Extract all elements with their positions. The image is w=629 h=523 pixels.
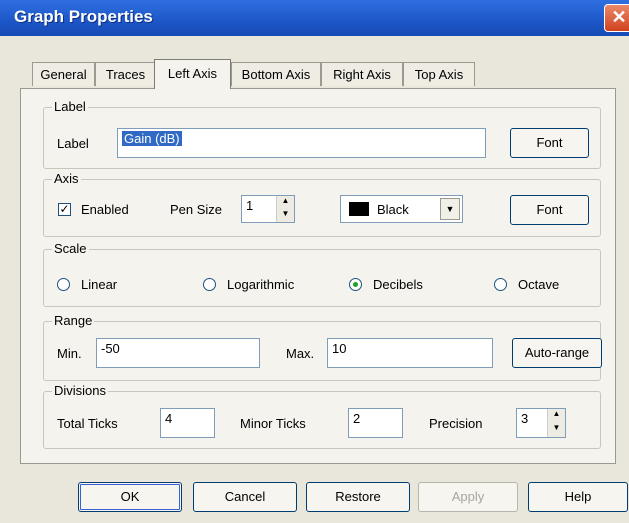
precision-value: 3 [521,411,529,426]
precision-spinner[interactable]: ▲ ▼ [547,409,565,437]
apply-button: Apply [418,482,518,512]
ok-button[interactable]: OK [78,482,182,512]
precision-label: Precision [429,416,483,431]
tab-bottom-axis[interactable]: Bottom Axis [231,62,321,86]
cancel-button[interactable]: Cancel [193,482,297,512]
range-max-input[interactable]: 10 [327,338,493,368]
scale-decibels-label[interactable]: Decibels [373,277,423,292]
tab-top-axis[interactable]: Top Axis [403,62,475,86]
minor-ticks-label: Minor Ticks [240,416,306,431]
label-group: Label Label Gain (dB) Font [43,99,601,169]
color-value: Black [377,202,409,217]
spin-down-icon[interactable]: ▼ [277,209,294,222]
spin-up-icon[interactable]: ▲ [548,409,565,423]
scale-logarithmic-radio[interactable] [203,278,216,291]
color-select[interactable]: Black ▼ [340,195,463,223]
spin-down-icon[interactable]: ▼ [548,423,565,437]
label-font-button[interactable]: Font [510,128,589,158]
tab-left-axis[interactable]: Left Axis [154,59,231,89]
restore-button[interactable]: Restore [306,482,410,512]
label-input-value: Gain (dB) [122,131,182,146]
spin-up-icon[interactable]: ▲ [277,196,294,209]
divisions-group: Divisions Total Ticks 4 Minor Ticks 2 Pr… [43,383,601,449]
enabled-checkbox[interactable]: ✓ [58,203,71,216]
scale-logarithmic-label[interactable]: Logarithmic [227,277,294,292]
axis-font-button[interactable]: Font [510,195,589,225]
divisions-group-title: Divisions [52,383,109,398]
scale-group-title: Scale [52,241,89,256]
axis-group-title: Axis [52,171,81,186]
minor-ticks-input[interactable]: 2 [348,408,403,438]
precision-input[interactable]: 3 ▲ ▼ [516,408,566,438]
pen-size-value: 1 [246,198,254,213]
total-ticks-label: Total Ticks [57,416,118,431]
graph-properties-dialog: Graph Properties ✕ General Traces Left A… [0,0,629,523]
range-group: Range Min. -50 Max. 10 Auto-range [43,313,602,381]
label-input[interactable]: Gain (dB) [117,128,486,158]
label-group-title: Label [52,99,88,114]
range-group-title: Range [52,313,95,328]
left-axis-panel: Label Label Gain (dB) Font Axis ✓ Enable… [20,88,616,464]
scale-group: Scale Linear Logarithmic Decibels Octave [43,241,601,307]
range-max-label: Max. [286,346,315,361]
range-min-label: Min. [57,346,82,361]
dropdown-arrow-icon[interactable]: ▼ [440,198,460,220]
scale-octave-label[interactable]: Octave [518,277,559,292]
range-min-input[interactable]: -50 [96,338,260,368]
pen-size-spinner[interactable]: ▲ ▼ [276,196,294,222]
axis-group: Axis ✓ Enabled Pen Size 1 ▲ ▼ Black ▼ Fo… [43,171,601,237]
tab-right-axis[interactable]: Right Axis [321,62,403,86]
close-icon[interactable]: ✕ [604,4,629,32]
dialog-title: Graph Properties [14,7,153,26]
enabled-label: Enabled [81,202,129,217]
scale-linear-label[interactable]: Linear [81,277,117,292]
scale-linear-radio[interactable] [57,278,70,291]
pen-size-label: Pen Size [170,202,223,217]
scale-decibels-radio[interactable] [349,278,362,291]
total-ticks-input[interactable]: 4 [160,408,215,438]
tab-traces[interactable]: Traces [95,62,156,86]
tab-general[interactable]: General [32,62,95,86]
title-bar[interactable]: Graph Properties ✕ [0,0,629,36]
help-button[interactable]: Help [528,482,628,512]
label-field-label: Label [57,136,89,151]
color-swatch [349,202,369,216]
scale-octave-radio[interactable] [494,278,507,291]
auto-range-button[interactable]: Auto-range [512,338,602,368]
pen-size-input[interactable]: 1 ▲ ▼ [241,195,295,223]
